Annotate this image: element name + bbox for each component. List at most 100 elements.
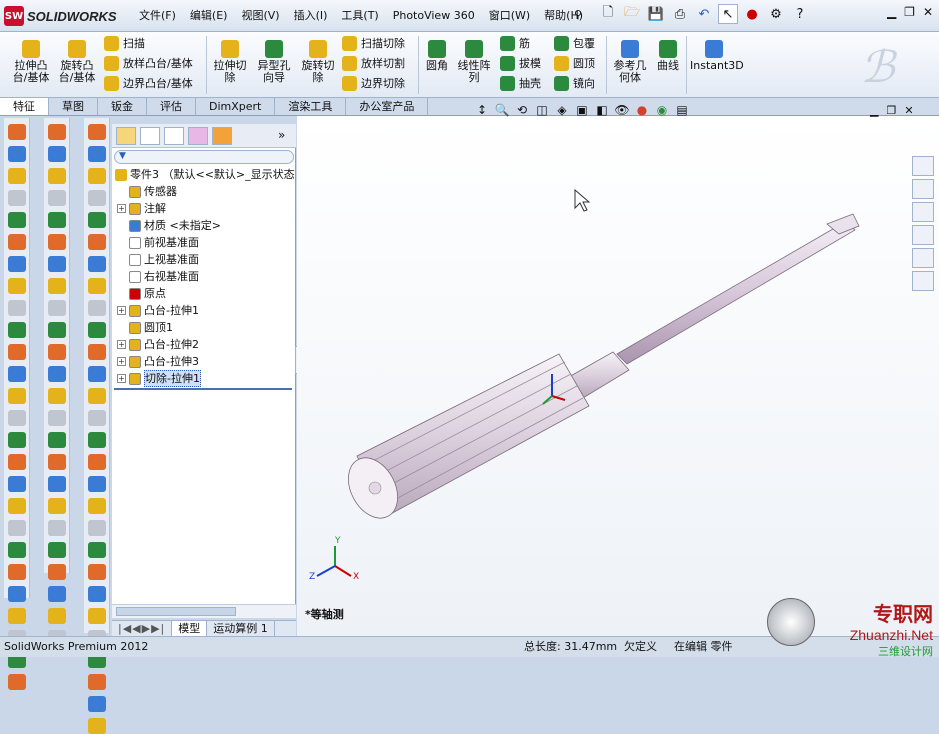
toolbar-tool-icon[interactable]	[87, 696, 106, 712]
toolbar-tool-icon[interactable]	[87, 718, 106, 734]
tree-item[interactable]: 原点	[117, 286, 166, 301]
display-style-icon[interactable]: ◧	[594, 103, 610, 117]
toolbar-tool-icon[interactable]	[47, 498, 66, 514]
toolbar-tool-icon[interactable]	[7, 520, 26, 536]
toolbar-tool-icon[interactable]	[7, 212, 26, 228]
sweep-button[interactable]: 扫描	[104, 34, 145, 52]
print-icon[interactable]: ⎙	[670, 4, 690, 24]
solidworks-resources-icon[interactable]	[912, 156, 934, 176]
toolbar-tool-icon[interactable]	[47, 256, 66, 272]
tree-item[interactable]: 传感器	[117, 184, 177, 199]
extrude-boss-button[interactable]: 拉伸凸台/基体	[10, 40, 52, 84]
toolbar-tool-icon[interactable]	[7, 432, 26, 448]
loft-cut-button[interactable]: 放样切割	[342, 54, 405, 72]
toolbar-tool-icon[interactable]	[87, 366, 106, 382]
property-manager-tab-icon[interactable]	[140, 127, 160, 145]
toolbar-tool-icon[interactable]	[47, 432, 66, 448]
menu-window[interactable]: 窗口(W)	[482, 7, 537, 25]
toolbar-tool-icon[interactable]	[87, 498, 106, 514]
toolbar-tool-icon[interactable]	[7, 234, 26, 250]
options-gear-icon[interactable]: ⚙	[766, 4, 786, 24]
toolbar-tool-icon[interactable]	[47, 344, 66, 360]
expand-arrows-icon[interactable]: »	[278, 128, 285, 142]
doc-minimize-icon[interactable]: ▁	[870, 104, 878, 117]
view-orientation-icon[interactable]: ▣	[574, 103, 590, 117]
toolbar-tool-icon[interactable]	[87, 520, 106, 536]
pin-icon[interactable]: ⚲	[574, 8, 582, 21]
toolbar-tool-icon[interactable]	[87, 564, 106, 580]
toolbar-tool-icon[interactable]	[7, 146, 26, 162]
view-settings-icon[interactable]: ▤	[674, 103, 690, 117]
boundary-boss-button[interactable]: 边界凸台/基体	[104, 74, 193, 92]
wrap-button[interactable]: 包覆	[554, 34, 595, 52]
scroll-thumb[interactable]	[116, 607, 236, 616]
solidworks-logo[interactable]: SW SOLIDWORKS	[4, 5, 124, 27]
horizontal-scrollbar[interactable]	[112, 604, 296, 618]
design-library-icon[interactable]	[912, 179, 934, 199]
help-icon[interactable]: ?	[790, 4, 810, 24]
toolbar-tool-icon[interactable]	[47, 168, 66, 184]
toolbar-tool-icon[interactable]	[87, 168, 106, 184]
loft-boss-button[interactable]: 放样凸台/基体	[104, 54, 193, 72]
toolbar-tool-icon[interactable]	[7, 410, 26, 426]
toolbar-tool-icon[interactable]	[7, 476, 26, 492]
toolbar-tool-icon[interactable]	[87, 388, 106, 404]
toolbar-tool-icon[interactable]	[87, 190, 106, 206]
curves-button[interactable]: 曲线	[654, 40, 682, 72]
doc-close-icon[interactable]: ✕	[904, 104, 913, 117]
toolbar-tool-icon[interactable]	[47, 322, 66, 338]
tab-motion-study[interactable]: 运动算例 1	[207, 621, 275, 636]
toolbar-tool-icon[interactable]	[47, 410, 66, 426]
display-manager-tab-icon[interactable]	[212, 127, 232, 145]
menu-photoview[interactable]: PhotoView 360	[386, 7, 482, 25]
toolbar-tool-icon[interactable]	[7, 586, 26, 602]
tree-item[interactable]: 材质 <未指定>	[117, 218, 221, 233]
toolbar-tool-icon[interactable]	[7, 542, 26, 558]
toolbar-tool-icon[interactable]	[47, 564, 66, 580]
tab-render-tools[interactable]: 渲染工具	[275, 98, 347, 115]
tab-office-products[interactable]: 办公室产品	[346, 98, 429, 115]
tab-model[interactable]: 模型	[172, 621, 208, 636]
toolbar-tool-icon[interactable]	[87, 432, 106, 448]
tree-item[interactable]: 上视基准面	[117, 252, 199, 267]
hole-wizard-button[interactable]: 异型孔向导	[254, 40, 294, 84]
shell-button[interactable]: 抽壳	[500, 74, 541, 92]
configuration-manager-tab-icon[interactable]	[164, 127, 184, 145]
zoom-to-fit-icon[interactable]: ↕	[474, 103, 490, 117]
toolbar-tool-icon[interactable]	[87, 278, 106, 294]
revolve-boss-button[interactable]: 旋转凸台/基体	[56, 40, 98, 84]
toolbar-tool-icon[interactable]	[47, 476, 66, 492]
toolbar-tool-icon[interactable]	[47, 212, 66, 228]
toolbar-tool-icon[interactable]	[7, 300, 26, 316]
mirror-button[interactable]: 镜向	[554, 74, 595, 92]
toolbar-tool-icon[interactable]	[87, 212, 106, 228]
rollback-bar[interactable]	[114, 388, 292, 390]
toolbar-tool-icon[interactable]	[87, 476, 106, 492]
sweep-cut-button[interactable]: 扫描切除	[342, 34, 405, 52]
zoom-area-icon[interactable]: 🔍	[494, 103, 510, 117]
close-icon[interactable]: ✕	[923, 5, 933, 19]
toolbar-tool-icon[interactable]	[87, 234, 106, 250]
tree-item[interactable]: 圆顶1	[117, 320, 173, 335]
toolbar-tool-icon[interactable]	[7, 344, 26, 360]
tree-item[interactable]: + 凸台-拉伸1	[117, 303, 199, 318]
section-view-icon[interactable]: ◫	[534, 103, 550, 117]
draft-button[interactable]: 拔模	[500, 54, 541, 72]
tree-item[interactable]: 前视基准面	[117, 235, 199, 250]
toolbar-tool-icon[interactable]	[87, 124, 106, 140]
file-explorer-icon[interactable]	[912, 202, 934, 222]
toolbar-tool-icon[interactable]	[47, 454, 66, 470]
toolbar-tool-icon[interactable]	[87, 256, 106, 272]
expand-icon[interactable]: +	[117, 340, 126, 349]
toolbar-tool-icon[interactable]	[47, 520, 66, 536]
toolbar-tool-icon[interactable]	[7, 278, 26, 294]
graphics-area[interactable]: Y X Z *等轴测	[297, 116, 939, 636]
tree-item[interactable]: + 切除-拉伸1	[117, 370, 201, 387]
view-palette-icon[interactable]	[912, 225, 934, 245]
select-cursor-icon[interactable]: ↖	[718, 4, 738, 24]
expand-icon[interactable]: +	[117, 204, 126, 213]
toolbar-tool-icon[interactable]	[87, 454, 106, 470]
apply-scene-icon[interactable]: ◉	[654, 103, 670, 117]
toolbar-tool-icon[interactable]	[47, 388, 66, 404]
toolbar-tool-icon[interactable]	[7, 388, 26, 404]
